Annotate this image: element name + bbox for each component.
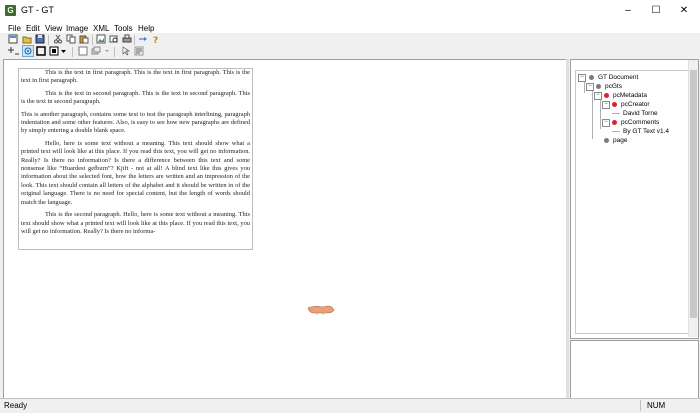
toolbar-separator	[92, 35, 93, 45]
collapse-icon[interactable]: −	[602, 119, 610, 127]
minimize-button[interactable]: –	[614, 0, 642, 22]
collapse-icon[interactable]: −	[578, 74, 586, 82]
dropdown-arrow-icon[interactable]	[60, 46, 67, 56]
help-icon[interactable]: ?	[151, 34, 161, 44]
rectangle-tool-icon[interactable]	[36, 46, 46, 56]
tree-label: David Torne	[623, 110, 658, 117]
open-folder-icon[interactable]	[22, 34, 32, 44]
arrow-right-icon[interactable]	[138, 34, 148, 44]
collapse-icon[interactable]: −	[602, 101, 610, 109]
tree-label: By GT Text v1.4	[623, 128, 670, 135]
page-frame-icon[interactable]	[78, 46, 88, 56]
paragraph-3: This is another paragraph, contains some…	[21, 110, 250, 135]
print-preview-icon[interactable]	[109, 34, 119, 44]
node-icon	[596, 84, 601, 89]
tree-node-pcgts[interactable]: − pcGts	[586, 82, 686, 91]
tree-line	[592, 91, 593, 139]
maximize-button[interactable]: ☐	[642, 0, 670, 22]
pane-splitter[interactable]	[566, 59, 569, 398]
node-icon	[589, 75, 594, 80]
app-icon: G	[5, 5, 16, 16]
node-icon	[604, 138, 609, 143]
tree-label: pcGts	[605, 83, 622, 90]
add-region-icon[interactable]	[8, 46, 20, 56]
paste-icon[interactable]	[79, 34, 89, 44]
status-text: Ready	[4, 401, 28, 410]
print-icon[interactable]	[122, 34, 132, 44]
document-view[interactable]: This is the text in first paragraph. Thi…	[3, 59, 567, 400]
status-bar: Ready NUM	[0, 398, 700, 413]
tree-label: GT Document	[598, 74, 639, 81]
svg-text:?: ?	[153, 36, 158, 44]
toolbar-separator	[72, 47, 73, 57]
toolbar-separator	[114, 47, 115, 57]
node-icon	[604, 93, 609, 98]
cut-icon[interactable]	[53, 34, 63, 44]
tree-node-creator-value[interactable]: David Torne	[610, 109, 686, 118]
tree-line	[612, 113, 620, 114]
structure-tree-pane: − GT Document − pcGts − pcMetadata − pcC…	[570, 59, 699, 339]
tree-line	[584, 82, 585, 93]
window-title: GT - GT	[21, 5, 54, 15]
paragraph-4: Hello, here is some text without a meani…	[21, 139, 250, 206]
title-bar: G GT - GT – ☐ ✕	[0, 0, 700, 23]
tree-vertical-scrollbar[interactable]	[688, 60, 698, 337]
tree-label: pcComments	[621, 119, 660, 126]
scrollbar-thumb[interactable]	[690, 70, 697, 318]
tree-line	[600, 99, 601, 129]
paragraph-1: This is the text in first paragraph. Thi…	[21, 69, 250, 85]
tree-node-pccomments[interactable]: − pcComments	[602, 118, 686, 127]
pointer-icon[interactable]	[121, 46, 131, 56]
paragraph-5: This is the second paragraph. Hello, her…	[21, 211, 250, 235]
tree-node-pccreator[interactable]: − pcCreator	[602, 100, 686, 109]
toolbar-separator	[134, 35, 135, 45]
new-document-icon[interactable]	[8, 34, 18, 44]
close-button[interactable]: ✕	[670, 0, 698, 22]
filled-rectangle-icon[interactable]	[49, 46, 59, 56]
structure-tree[interactable]: − GT Document − pcGts − pcMetadata − pcC…	[575, 70, 689, 334]
tree-label: page	[613, 137, 628, 144]
tree-line	[612, 131, 620, 132]
drawing-toolbar	[0, 45, 700, 59]
toolbar-separator	[48, 35, 49, 45]
image-icon[interactable]	[96, 34, 106, 44]
text-lines-icon[interactable]	[134, 46, 144, 56]
selection-mode-icon[interactable]	[22, 45, 34, 57]
dropdown-arrow-icon[interactable]	[104, 46, 110, 56]
collapse-icon[interactable]: −	[594, 92, 602, 100]
copy-icon[interactable]	[66, 34, 76, 44]
layers-icon[interactable]	[91, 46, 101, 56]
paragraph-2: This is the text in second paragraph. Th…	[21, 89, 250, 106]
hand-cursor-icon	[306, 303, 336, 316]
tree-node-page[interactable]: page	[594, 136, 686, 145]
collapse-icon[interactable]: −	[586, 83, 594, 91]
node-icon	[612, 120, 617, 125]
tree-node-comments-value[interactable]: By GT Text v1.4	[610, 127, 686, 136]
properties-pane[interactable]	[570, 340, 699, 400]
tree-label: pcCreator	[621, 101, 650, 108]
tree-node-gt-document[interactable]: − GT Document	[578, 73, 688, 82]
node-icon	[612, 102, 617, 107]
document-page[interactable]: This is the text in first paragraph. Thi…	[18, 68, 253, 250]
save-icon[interactable]	[35, 34, 45, 44]
num-lock-indicator: NUM	[640, 400, 687, 411]
tree-label: pcMetadata	[613, 92, 647, 99]
tree-node-pcmetadata[interactable]: − pcMetadata	[594, 91, 686, 100]
